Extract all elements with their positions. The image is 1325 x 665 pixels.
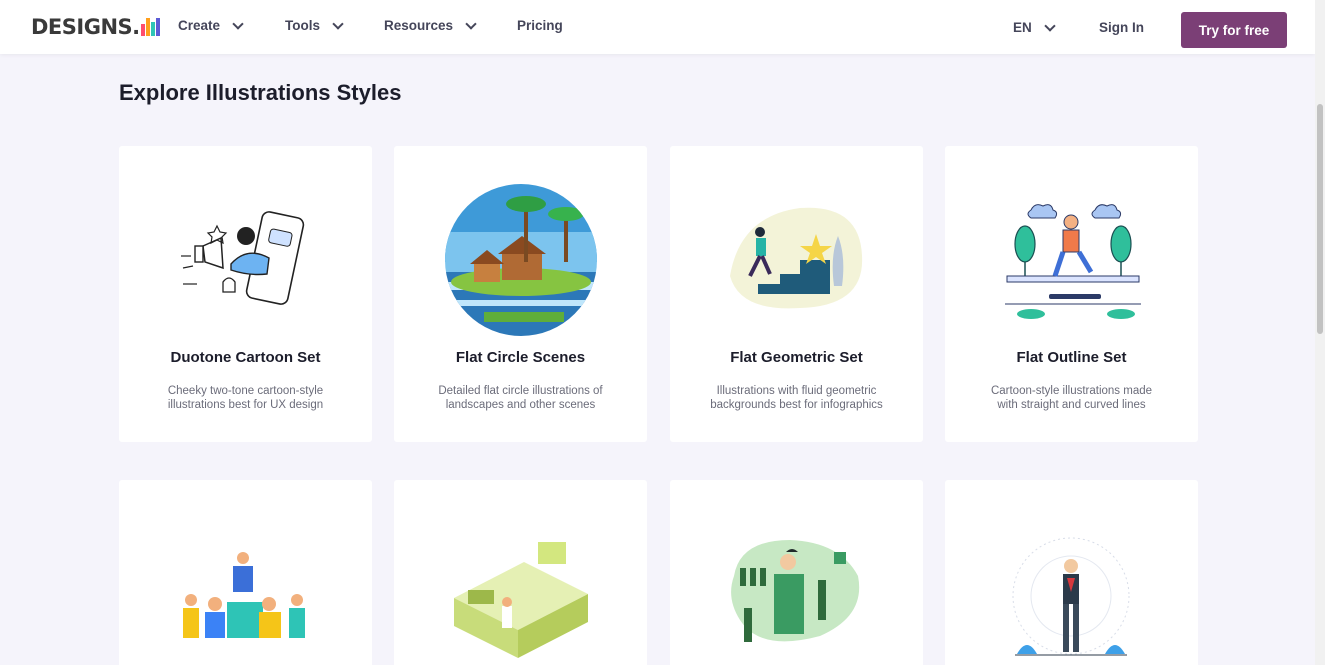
sign-in-link[interactable]: Sign In: [1099, 20, 1144, 35]
nav-tools[interactable]: Tools: [285, 17, 344, 33]
sign-in-label: Sign In: [1099, 20, 1144, 35]
chevron-down-icon: [232, 17, 244, 30]
chevron-down-icon: [332, 17, 344, 30]
designs-ai-logo[interactable]: DESIGNS.: [31, 13, 161, 41]
language-selector[interactable]: EN: [1013, 19, 1056, 35]
nav-pricing[interactable]: Pricing: [517, 18, 563, 33]
flat-outline-icon: [1005, 204, 1141, 319]
logo-ai-mark: [140, 18, 161, 36]
nav-resources[interactable]: Resources: [384, 17, 477, 33]
isometric-kitchen-icon: [454, 542, 588, 658]
crowd-presenter-icon: [183, 552, 305, 638]
card-title: Flat Outline Set: [1016, 349, 1127, 366]
nav-create[interactable]: Create: [178, 17, 244, 33]
try-for-free-button[interactable]: Try for free: [1181, 12, 1287, 48]
nav-resources-label: Resources: [384, 18, 454, 33]
flat-geometric-icon: [730, 207, 863, 309]
chevron-down-icon: [465, 17, 477, 30]
top-navigation-bar: DESIGNS. Create Tools Resources Pricing …: [0, 0, 1315, 54]
style-card[interactable]: Flat Outline Set Cartoon-style illustrat…: [945, 146, 1198, 442]
card-description: Cartoon-style illustrations made with st…: [990, 385, 1153, 411]
card-title: Duotone Cartoon Set: [170, 349, 321, 366]
style-card[interactable]: Flat Circle Scenes Detailed flat circle …: [394, 146, 647, 442]
style-card[interactable]: [945, 480, 1198, 665]
logo-text: DESIGNS.: [31, 15, 140, 39]
nav-create-label: Create: [178, 18, 221, 33]
bartender-icon: [731, 540, 860, 642]
language-label: EN: [1013, 20, 1032, 35]
card-title: Flat Circle Scenes: [455, 349, 586, 366]
style-card[interactable]: [670, 480, 923, 665]
chevron-down-icon: [1044, 19, 1056, 32]
duotone-cartoon-icon: [181, 211, 305, 305]
card-description: Illustrations with fluid geometric backg…: [710, 385, 883, 411]
card-description: Detailed flat circle illustrations of la…: [438, 385, 603, 411]
style-card[interactable]: [394, 480, 647, 665]
nav-tools-label: Tools: [285, 18, 320, 33]
try-for-free-label: Try for free: [1198, 22, 1270, 38]
scrollbar-thumb[interactable]: [1317, 104, 1323, 334]
nav-pricing-label: Pricing: [517, 18, 563, 33]
style-card[interactable]: Flat Geometric Set Illustrations with fl…: [670, 146, 923, 442]
flat-circle-scene-icon: [445, 184, 597, 336]
page-title: Explore Illustrations Styles: [119, 80, 402, 105]
card-description: Cheeky two-tone cartoon-style illustrati…: [167, 385, 324, 411]
businessman-icon: [1012, 537, 1130, 656]
card-title: Flat Geometric Set: [730, 349, 863, 366]
page-scrollbar[interactable]: [1315, 0, 1325, 665]
style-card[interactable]: Duotone Cartoon Set Cheeky two-tone cart…: [119, 146, 372, 442]
style-card[interactable]: [119, 480, 372, 665]
